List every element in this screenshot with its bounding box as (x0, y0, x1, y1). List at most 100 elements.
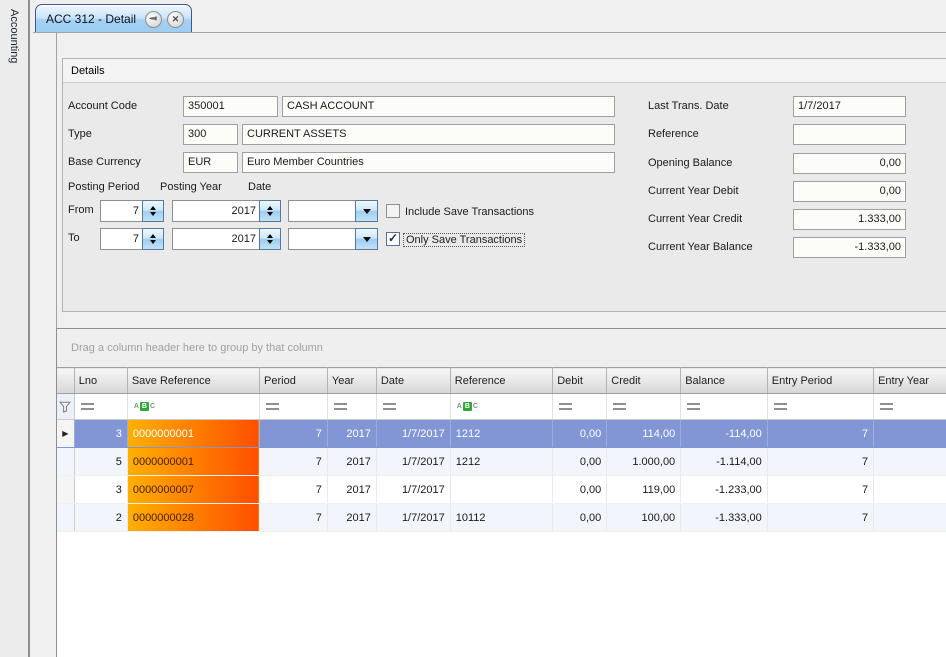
cell-debit: 0,00 (553, 476, 607, 504)
table-row[interactable]: ▶30000000001720171/7/201712120,00114,00-… (57, 420, 946, 448)
to-period-spinner[interactable] (142, 228, 164, 250)
column-header-period[interactable]: Period (260, 368, 328, 394)
cell-debit: 0,00 (553, 420, 607, 448)
filter-cell-reference[interactable]: ABC (450, 394, 552, 420)
only-save-transactions-checkbox[interactable] (386, 232, 400, 246)
from-date-dropdown-button[interactable] (355, 200, 378, 222)
equals-filter-icon (559, 403, 572, 410)
to-date-dropdown-button[interactable] (355, 228, 378, 250)
column-header-lno[interactable]: Lno (74, 368, 127, 394)
spin-up-icon (150, 234, 156, 238)
abc-filter-icon: ABC (457, 402, 478, 411)
equals-filter-icon (687, 403, 700, 410)
current-year-credit-label: Current Year Credit (648, 213, 742, 225)
date-label: Date (248, 181, 271, 193)
column-header-entry_period[interactable]: Entry Period (767, 368, 873, 394)
to-label: To (68, 232, 80, 244)
cell-period: 7 (260, 448, 328, 476)
filter-cell-save_reference[interactable]: ABC (127, 394, 259, 420)
cell-save_reference: 0000000007 (127, 476, 259, 504)
cell-year: 2017 (327, 420, 376, 448)
current-year-debit-field[interactable]: 0,00 (793, 181, 906, 202)
cell-year: 2017 (327, 476, 376, 504)
grid-body: ▶30000000001720171/7/201712120,00114,00-… (57, 420, 946, 532)
type-name-field[interactable]: CURRENT ASSETS (242, 124, 615, 145)
chevron-down-icon (363, 237, 371, 242)
filter-cell-balance[interactable] (681, 394, 768, 420)
tab-bar-divider (33, 32, 946, 33)
equals-filter-icon (383, 403, 396, 410)
filter-cell-period[interactable] (260, 394, 328, 420)
column-header-debit[interactable]: Debit (553, 368, 607, 394)
cell-entry_year (874, 448, 946, 476)
table-row[interactable]: 30000000007720171/7/20170,00119,00-1.233… (57, 476, 946, 504)
spin-up-icon (267, 234, 273, 238)
only-save-transactions-label: Only Save Transactions (404, 234, 524, 246)
filter-cell-entry_period[interactable] (767, 394, 873, 420)
current-year-balance-label: Current Year Balance (648, 241, 753, 253)
account-name-field[interactable]: CASH ACCOUNT (282, 96, 615, 117)
cell-reference: 1212 (450, 420, 552, 448)
from-period-spinner[interactable] (142, 200, 164, 222)
current-year-debit-label: Current Year Debit (648, 185, 739, 197)
cell-period: 7 (260, 420, 328, 448)
currency-code-field[interactable]: EUR (183, 152, 238, 173)
opening-balance-label: Opening Balance (648, 157, 732, 169)
close-icon[interactable]: ✕ (167, 11, 184, 28)
column-header-save_reference[interactable]: Save Reference (127, 368, 259, 394)
cell-period: 7 (260, 476, 328, 504)
posting-period-label: Posting Period (68, 181, 140, 193)
from-year-spinner[interactable] (259, 200, 281, 222)
from-period-field[interactable]: 7 (100, 200, 143, 222)
group-by-panel[interactable]: Drag a column header here to group by th… (57, 329, 946, 367)
cell-entry_year (874, 476, 946, 504)
cell-save_reference: 0000000001 (127, 420, 259, 448)
chevron-down-icon (363, 209, 371, 214)
pin-icon[interactable] (145, 11, 162, 28)
currency-name-field[interactable]: Euro Member Countries (242, 152, 615, 173)
filter-cell-year[interactable] (327, 394, 376, 420)
cell-reference: 1212 (450, 448, 552, 476)
nav-tab-accounting[interactable]: Accounting (8, 9, 20, 63)
column-header-date[interactable]: Date (376, 368, 450, 394)
account-code-field[interactable]: 350001 (183, 96, 278, 117)
include-save-transactions-checkbox[interactable] (386, 204, 400, 218)
to-year-spinner[interactable] (259, 228, 281, 250)
row-indicator-cell (57, 476, 74, 504)
cell-lno: 3 (74, 476, 127, 504)
row-indicator-cell (57, 448, 74, 476)
to-period-field[interactable]: 7 (100, 228, 143, 250)
opening-balance-field[interactable]: 0,00 (793, 153, 906, 174)
filter-cell-date[interactable] (376, 394, 450, 420)
current-year-credit-field[interactable]: 1.333,00 (793, 209, 906, 230)
current-year-balance-field[interactable]: -1.333,00 (793, 237, 906, 258)
from-year-field[interactable]: 2017 (172, 200, 260, 222)
cell-year: 2017 (327, 504, 376, 532)
column-header-year[interactable]: Year (327, 368, 376, 394)
column-header-entry_year[interactable]: Entry Year (874, 368, 946, 394)
document-tab[interactable]: ACC 312 - Detail ✕ (35, 4, 192, 33)
cell-credit: 114,00 (607, 420, 681, 448)
last-trans-date-field[interactable]: 1/7/2017 (793, 96, 906, 117)
filter-cell-lno[interactable] (74, 394, 127, 420)
account-code-label: Account Code (68, 100, 137, 112)
filter-cell-debit[interactable] (553, 394, 607, 420)
type-code-field[interactable]: 300 (183, 124, 238, 145)
reference-field[interactable] (793, 124, 906, 145)
cell-entry_period: 7 (767, 476, 873, 504)
filter-funnel-icon[interactable] (57, 394, 74, 420)
column-header-credit[interactable]: Credit (607, 368, 681, 394)
spin-up-icon (150, 206, 156, 210)
to-year-field[interactable]: 2017 (172, 228, 260, 250)
to-date-field[interactable] (288, 228, 356, 250)
equals-filter-icon (81, 403, 94, 410)
column-header-reference[interactable]: Reference (450, 368, 552, 394)
table-row[interactable]: 20000000028720171/7/2017101120,00100,00-… (57, 504, 946, 532)
column-header-balance[interactable]: Balance (681, 368, 768, 394)
filter-cell-credit[interactable] (607, 394, 681, 420)
equals-filter-icon (334, 403, 347, 410)
cell-lno: 5 (74, 448, 127, 476)
filter-cell-entry_year[interactable] (874, 394, 946, 420)
table-row[interactable]: 50000000001720171/7/201712120,001.000,00… (57, 448, 946, 476)
from-date-field[interactable] (288, 200, 356, 222)
